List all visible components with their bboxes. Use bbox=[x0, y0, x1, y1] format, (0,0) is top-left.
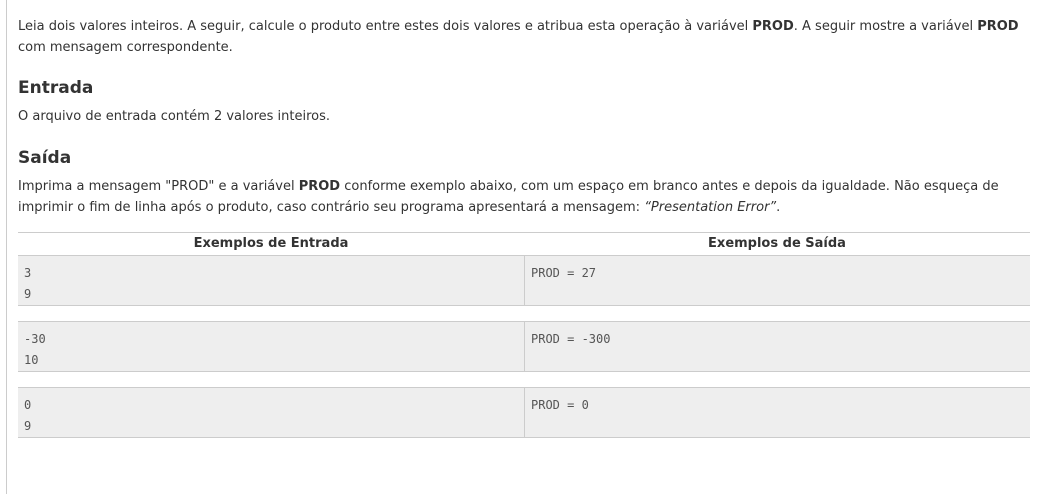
example-output: PROD = 27 bbox=[524, 256, 1030, 305]
example-row: -30 10 PROD = -300 bbox=[18, 321, 1030, 372]
output-heading: Saída bbox=[18, 148, 72, 168]
example-row: 3 9 PROD = 27 bbox=[18, 255, 1030, 306]
examples-table: Exemplos de Entrada Exemplos de Saída 3 … bbox=[18, 232, 1030, 438]
problem-description: Leia dois valores inteiros. A seguir, ca… bbox=[18, 16, 1030, 58]
input-examples-header: Exemplos de Entrada bbox=[193, 236, 349, 251]
description-text: com mensagem correspondente. bbox=[18, 40, 233, 55]
output-line: PROD = 0 bbox=[531, 398, 589, 412]
input-line: 9 bbox=[24, 287, 32, 301]
description-text: Leia dois valores inteiros. A seguir, ca… bbox=[18, 19, 753, 34]
examples-header: Exemplos de Entrada Exemplos de Saída bbox=[18, 232, 1030, 255]
problem-panel: Leia dois valores inteiros. A seguir, ca… bbox=[6, 0, 1043, 494]
example-input: -30 10 bbox=[18, 322, 524, 371]
output-line: PROD = 27 bbox=[531, 266, 597, 280]
input-heading: Entrada bbox=[18, 78, 94, 98]
description-text: Imprima a mensagem "PROD" e a variável bbox=[18, 179, 299, 194]
variable-name: PROD bbox=[298, 179, 341, 194]
example-row: 0 9 PROD = 0 bbox=[18, 387, 1030, 438]
error-message: “Presentation Error” bbox=[644, 200, 777, 215]
input-line: 10 bbox=[24, 353, 39, 367]
input-description: O arquivo de entrada contém 2 valores in… bbox=[18, 109, 331, 124]
output-examples-header: Exemplos de Saída bbox=[708, 236, 846, 251]
description-text: . bbox=[776, 200, 781, 215]
input-line: 3 bbox=[24, 266, 32, 280]
example-output: PROD = -300 bbox=[524, 322, 1030, 371]
input-line: -30 bbox=[24, 332, 46, 346]
example-input: 0 9 bbox=[18, 388, 524, 437]
example-output: PROD = 0 bbox=[524, 388, 1030, 437]
description-text: . A seguir mostre a variável bbox=[793, 19, 978, 34]
input-line: 9 bbox=[24, 419, 32, 433]
example-input: 3 9 bbox=[18, 256, 524, 305]
variable-name: PROD bbox=[977, 19, 1019, 34]
variable-name: PROD bbox=[752, 19, 794, 34]
output-description: Imprima a mensagem "PROD" e a variável P… bbox=[18, 176, 1030, 218]
output-line: PROD = -300 bbox=[531, 332, 611, 346]
input-line: 0 bbox=[24, 398, 32, 412]
